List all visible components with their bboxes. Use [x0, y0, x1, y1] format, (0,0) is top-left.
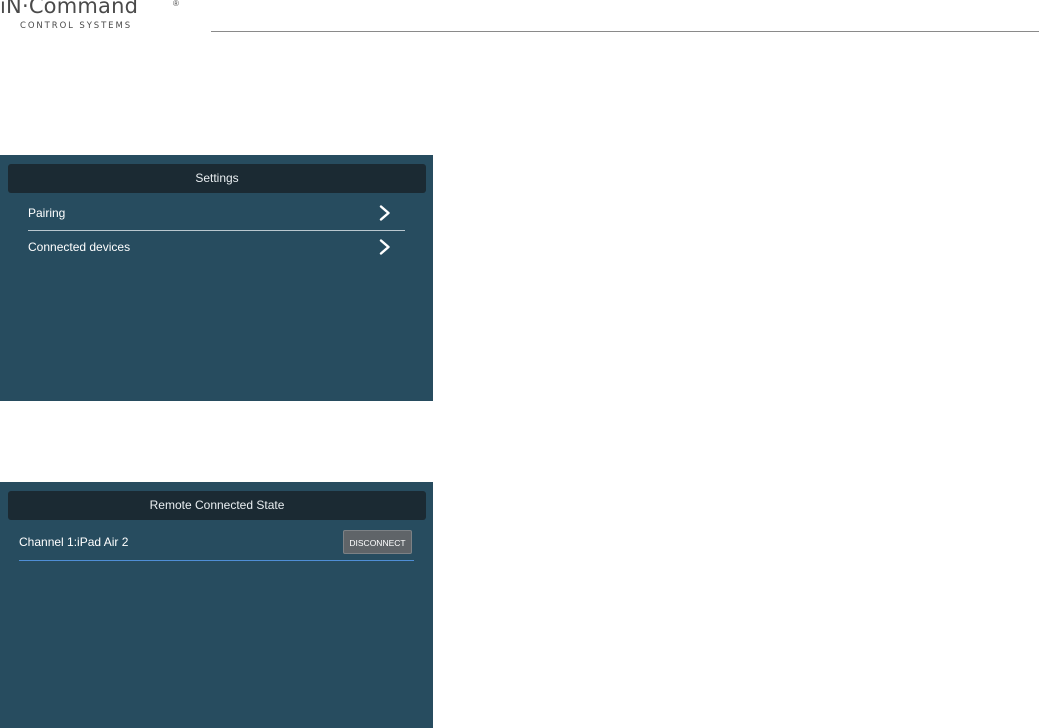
settings-item-connected-devices[interactable]: Connected devices	[28, 231, 405, 264]
logo-tagline: CONTROL SYSTEMS	[20, 21, 132, 31]
brand-logo: iN·Command ® CONTROL SYSTEMS	[0, 0, 190, 34]
settings-item-pairing[interactable]: Pairing	[28, 197, 405, 231]
settings-item-label: Connected devices	[28, 240, 131, 254]
remote-connected-panel: Remote Connected State Channel 1:iPad Ai…	[0, 482, 433, 728]
settings-panel: Settings Pairing Connected devices	[0, 155, 433, 401]
header-divider	[211, 31, 1039, 32]
settings-title: Settings	[8, 164, 426, 193]
logo-wordmark: iN·Command	[0, 0, 139, 18]
connected-device-label: Channel 1:iPad Air 2	[19, 535, 129, 549]
logo-registered-mark: ®	[173, 0, 179, 8]
connected-device-row: Channel 1:iPad Air 2 DISCONNECT	[19, 526, 414, 561]
remote-connected-title: Remote Connected State	[8, 491, 426, 520]
settings-item-label: Pairing	[28, 206, 66, 220]
chevron-right-icon	[379, 205, 390, 221]
disconnect-button[interactable]: DISCONNECT	[343, 530, 412, 554]
chevron-right-icon	[379, 239, 390, 255]
